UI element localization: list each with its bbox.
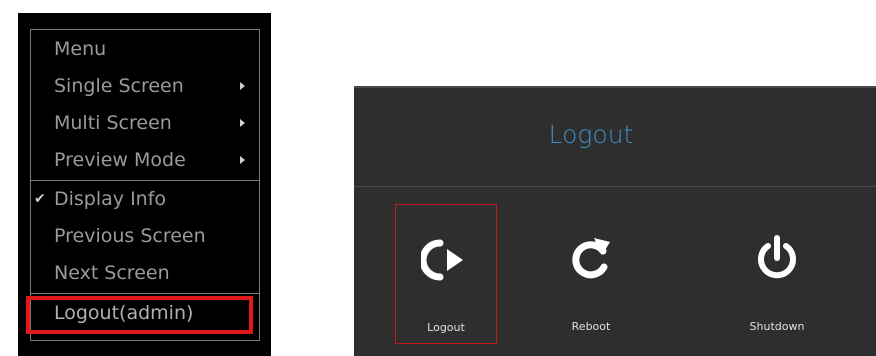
menu-separator bbox=[31, 293, 259, 294]
logout-label: Logout bbox=[427, 321, 465, 334]
submenu-arrow-icon bbox=[240, 156, 245, 164]
menu-item-label: Display Info bbox=[54, 188, 167, 210]
reboot-icon bbox=[566, 234, 616, 288]
shutdown-button[interactable]: Shutdown bbox=[726, 204, 828, 344]
menu-item-menu[interactable]: Menu bbox=[31, 31, 259, 68]
power-icon bbox=[752, 234, 802, 288]
menu-item-multi-screen[interactable]: Multi Screen bbox=[31, 105, 259, 142]
dialog-title: Logout bbox=[548, 120, 634, 149]
highlight-box bbox=[26, 296, 253, 334]
menu-item-label: Menu bbox=[54, 38, 107, 60]
context-menu-panel: Menu Single Screen Multi Screen Preview … bbox=[18, 13, 271, 356]
menu-item-display-info[interactable]: ✔ Display Info bbox=[31, 181, 259, 218]
menu-item-label: Multi Screen bbox=[54, 112, 172, 134]
menu-item-label: Single Screen bbox=[54, 75, 184, 97]
menu-item-label: Next Screen bbox=[54, 262, 170, 284]
submenu-arrow-icon bbox=[240, 82, 245, 90]
dialog-divider bbox=[354, 186, 876, 187]
menu-item-label: Previous Screen bbox=[54, 225, 206, 247]
menu-item-previous-screen[interactable]: Previous Screen bbox=[31, 218, 259, 255]
menu-item-single-screen[interactable]: Single Screen bbox=[31, 68, 259, 105]
logout-icon bbox=[419, 235, 471, 289]
shutdown-label: Shutdown bbox=[749, 320, 805, 333]
logout-button[interactable]: Logout bbox=[395, 204, 497, 344]
menu-item-next-screen[interactable]: Next Screen bbox=[31, 255, 259, 292]
context-menu: Menu Single Screen Multi Screen Preview … bbox=[30, 29, 260, 341]
reboot-label: Reboot bbox=[571, 320, 611, 333]
submenu-arrow-icon bbox=[240, 119, 245, 127]
logout-dialog: Logout Logout Reboot Shutdown bbox=[354, 86, 876, 356]
checkmark-icon: ✔ bbox=[34, 191, 46, 207]
menu-item-label: Preview Mode bbox=[54, 149, 186, 171]
menu-item-preview-mode[interactable]: Preview Mode bbox=[31, 142, 259, 179]
reboot-button[interactable]: Reboot bbox=[540, 204, 642, 344]
